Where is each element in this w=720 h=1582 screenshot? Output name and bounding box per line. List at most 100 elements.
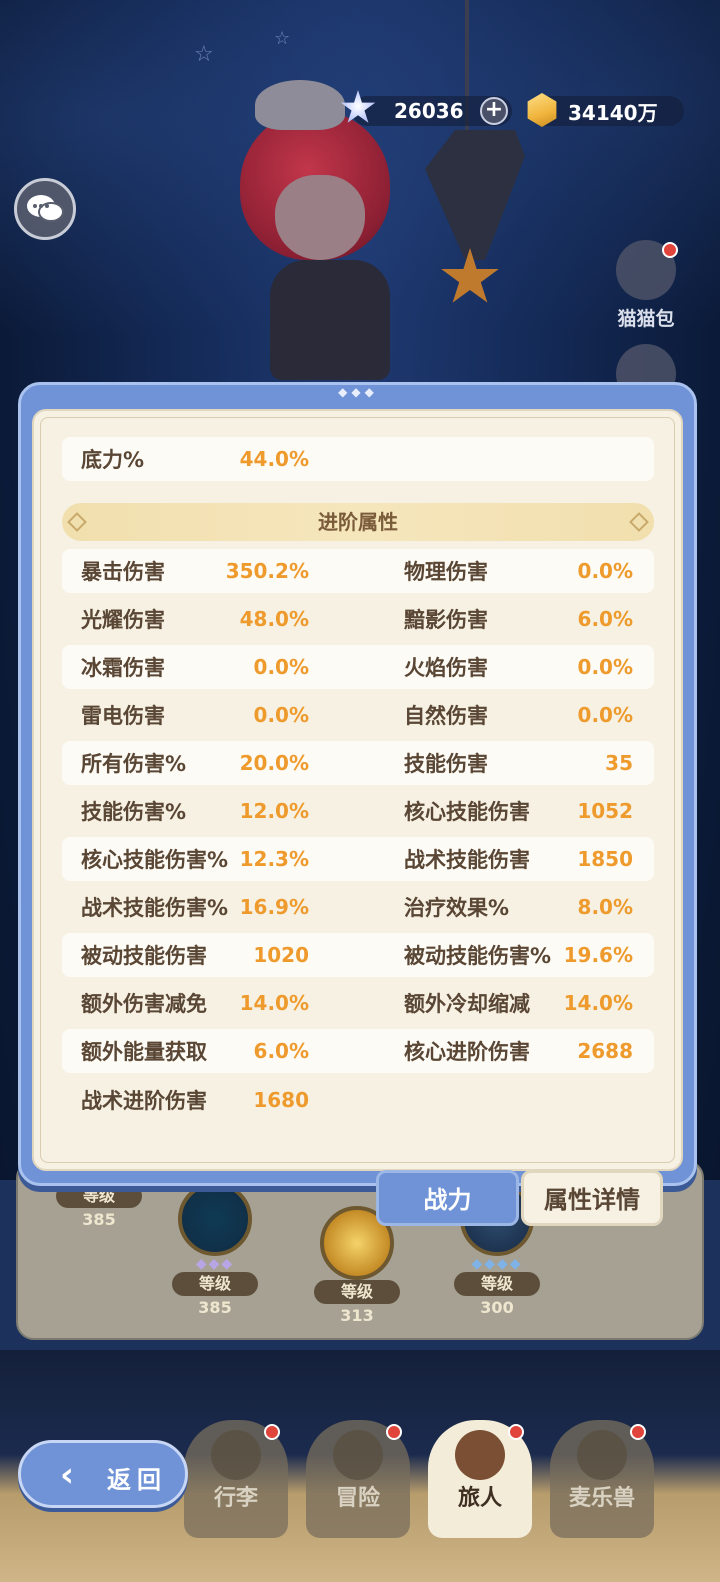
attribute-row: 雷电伤害 0.0% 自然伤害 0.0% [62,693,654,737]
attribute-value: 12.3% [239,847,309,871]
luggage-icon [211,1430,261,1480]
nav-item-luggage[interactable]: 行李 [184,1420,288,1538]
attribute-label: 治疗效果% [404,896,510,920]
attribute-label: 核心技能伤害% [81,848,229,872]
notification-dot [662,242,678,258]
attribute-value: 35 [605,751,633,775]
attribute-label: 战术进阶伤害 [81,1089,207,1113]
attribute-label: 核心技能伤害 [404,800,530,824]
notification-dot [264,1424,280,1440]
attribute-label: 火焰伤害 [404,656,488,680]
gems-value: 26036 [394,99,464,123]
attribute-label: 核心进阶伤害 [404,1040,530,1064]
star-decoration-icon: ☆ [274,28,291,49]
attribute-value: 0.0% [577,703,633,727]
panel-ornament: ◆◆◆ [338,385,378,399]
attribute-label: 战术技能伤害 [404,848,530,872]
attribute-row: 暴击伤害 350.2% 物理伤害 0.0% [62,549,654,593]
back-button[interactable]: ‹ 返回 [18,1440,188,1508]
attribute-label: 技能伤害% [81,800,187,824]
attribute-row: 技能伤害% 12.0% 核心技能伤害 1052 [62,789,654,833]
attribute-label: 战术技能伤害% [81,896,229,920]
attribute-value: 1680 [253,1088,309,1112]
pet-fox-icon [577,1430,627,1480]
attribute-label: 雷电伤害 [81,704,165,728]
chat-bubble-icon [27,195,64,222]
character-face [275,175,365,260]
skill-slot[interactable]: 等级385 [56,1184,142,1229]
attribute-row: 战术进阶伤害 1680 [62,1078,654,1122]
notification-dot [508,1424,524,1440]
attribute-label: 黯影伤害 [404,608,488,632]
attribute-label: 光耀伤害 [81,608,165,632]
back-label: 返回 [107,1466,167,1494]
attribute-value: 16.9% [239,895,309,919]
section-title: 进阶属性 [318,510,398,534]
attribute-value: 12.0% [239,799,309,823]
tab-attribute-detail[interactable]: 属性详情 [521,1170,663,1226]
chat-button[interactable] [14,178,76,240]
diamond-ornament-icon [629,512,649,532]
attribute-value: 1850 [577,847,633,871]
diamond-ornament-icon [67,512,87,532]
nav-item-traveler[interactable]: 旅人 [428,1420,532,1538]
add-gems-button[interactable]: + [480,97,508,125]
nav-item-pet[interactable]: 麦乐兽 [550,1420,654,1538]
coins-value: 34140万 [568,100,658,125]
attribute-value: 0.0% [253,703,309,727]
attribute-value: 44.0% [239,447,309,471]
nav-label: 行李 [213,1486,258,1511]
attribute-row: 额外伤害减免 14.0% 额外冷却缩减 14.0% [62,981,654,1025]
section-header-advanced: 进阶属性 [62,503,654,541]
attribute-value: 0.0% [253,655,309,679]
coins-counter: 34140万 [527,93,684,127]
attribute-value: 1052 [577,799,633,823]
skill-orb-icon [178,1182,252,1256]
attribute-value: 350.2% [225,559,309,583]
skill-stars: ◆◆◆◆ [471,1256,523,1272]
nav-item-adventure[interactable]: 冒险 [306,1420,410,1538]
attribute-label: 额外能量获取 [81,1040,207,1064]
cat-bag-icon [616,240,678,300]
attribute-row: 战术技能伤害% 16.9% 治疗效果% 8.0% [62,885,654,929]
side-item-cat-bag[interactable]: 猫猫包 [606,240,686,331]
attribute-row: 冰霜伤害 0.0% 火焰伤害 0.0% [62,645,654,689]
attribute-value: 48.0% [239,607,309,631]
skill-level: 等级313 [314,1280,400,1325]
attribute-label: 所有伤害% [81,752,187,776]
attribute-value: 1020 [253,943,309,967]
attribute-value: 8.0% [577,895,633,919]
tab-power[interactable]: 战力 [376,1170,519,1226]
attribute-value: 2688 [577,1039,633,1063]
attribute-value: 14.0% [239,991,309,1015]
skill-stars: ◆◆◆ [195,1256,235,1272]
nav-label: 麦乐兽 [568,1486,635,1511]
attribute-value: 0.0% [577,655,633,679]
attribute-label: 被动技能伤害% [404,944,552,968]
attribute-row: 光耀伤害 48.0% 黯影伤害 6.0% [62,597,654,641]
star-decoration-icon: ☆ [194,42,214,67]
attribute-value: 0.0% [577,559,633,583]
nav-label: 冒险 [335,1486,380,1511]
back-arrow-icon: ‹ [59,1455,74,1495]
attribute-label: 被动技能伤害 [81,944,207,968]
gems-counter: 26036 + [340,90,512,126]
attribute-value: 19.6% [563,943,633,967]
cat-bag-label: 猫猫包 [617,308,675,330]
traveler-avatar-icon [455,1430,505,1480]
character-cap [255,80,345,130]
attribute-row: 额外能量获取 6.0% 核心进阶伤害 2688 [62,1029,654,1073]
attribute-label: 暴击伤害 [81,560,165,584]
attribute-label: 技能伤害 [404,752,488,776]
attribute-label: 自然伤害 [404,704,488,728]
attribute-value: 14.0% [563,991,633,1015]
skill-slot[interactable]: ◆◆◆ 等级385 [172,1182,258,1317]
attribute-row: 被动技能伤害 1020 被动技能伤害% 19.6% [62,933,654,977]
notification-dot [630,1424,646,1440]
attribute-row: 底力% 44.0% [62,437,654,481]
attribute-label: 额外伤害减免 [81,992,207,1016]
attribute-value: 6.0% [577,607,633,631]
attribute-label: 额外冷却缩减 [404,992,530,1016]
attribute-value: 20.0% [239,751,309,775]
skill-level: 等级300 [454,1272,540,1317]
